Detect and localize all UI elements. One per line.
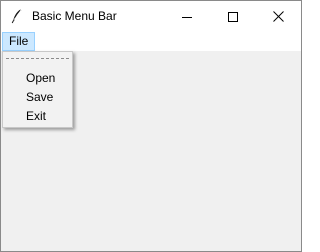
window-title: Basic Menu Bar <box>32 9 117 23</box>
tearoff-line[interactable] <box>6 58 69 59</box>
menu-item-open[interactable]: Open <box>4 69 71 88</box>
minimize-button[interactable] <box>164 1 210 32</box>
menu-item-label: Exit <box>26 109 47 123</box>
file-dropdown-menu: Open Save Exit <box>2 51 73 128</box>
close-button[interactable] <box>255 1 301 32</box>
menu-item-exit[interactable]: Exit <box>4 107 71 126</box>
menu-file[interactable]: File <box>2 32 36 51</box>
title-bar[interactable]: Basic Menu Bar <box>1 1 301 32</box>
menu-bar: File <box>1 32 301 51</box>
app-window: Basic Menu Bar File Open Save Exit <box>0 0 302 252</box>
close-icon <box>272 11 284 22</box>
menu-item-label: Save <box>26 90 54 104</box>
minimize-icon <box>182 16 192 18</box>
menu-item-save[interactable]: Save <box>4 88 71 107</box>
maximize-button[interactable] <box>210 1 256 32</box>
feather-icon <box>11 9 22 24</box>
maximize-icon <box>228 11 238 22</box>
menu-item-label: Open <box>26 71 56 85</box>
